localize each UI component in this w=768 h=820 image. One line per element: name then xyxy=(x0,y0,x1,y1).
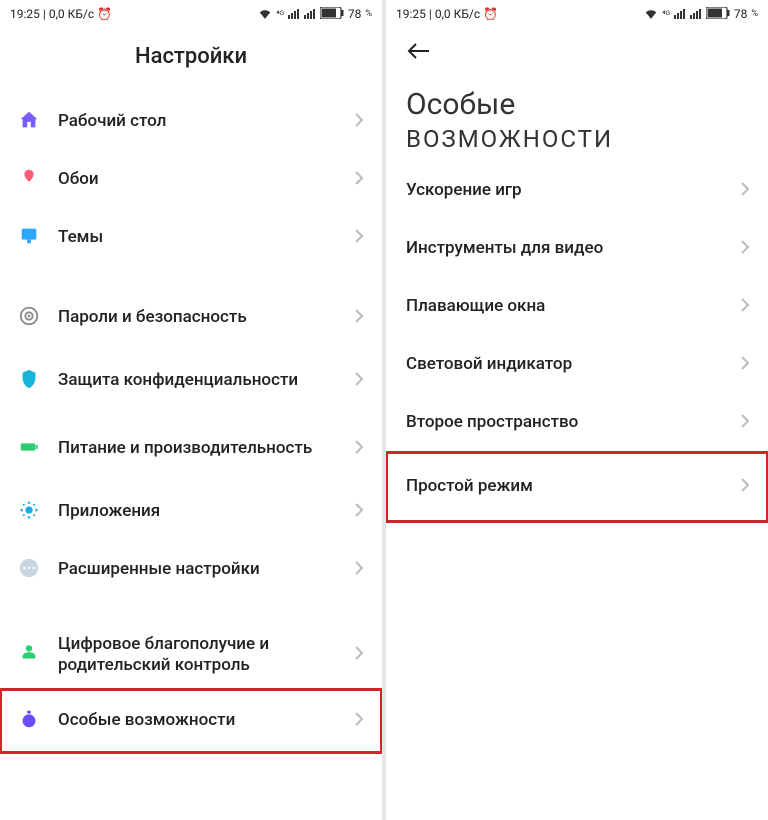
settings-screen: 19:25 | 0,0 КБ/с ⏰ ⁴ᴳ 78% Настройки xyxy=(0,0,382,820)
row-advanced[interactable]: Расширенные настройки xyxy=(0,541,382,599)
row-privacy[interactable]: Защита конфиденциальности xyxy=(0,347,382,415)
row-apps[interactable]: Приложения xyxy=(0,483,382,541)
row-game-boost[interactable]: Ускорение игр xyxy=(386,162,768,220)
status-time: 19:25 xyxy=(396,7,426,21)
row-label: Второе пространство xyxy=(406,412,740,433)
battery-settings-icon xyxy=(18,436,40,462)
chevron-right-icon xyxy=(354,170,364,190)
row-battery[interactable]: Питание и производительность xyxy=(0,415,382,483)
special-icon xyxy=(18,708,40,734)
row-home[interactable]: Рабочий стол xyxy=(0,93,382,151)
row-label: Пароли и безопасность xyxy=(58,307,354,328)
status-bar: 19:25 | 0,0 КБ/с ⏰ ⁴ᴳ 78% xyxy=(0,0,382,28)
status-battery-pct: 78 xyxy=(348,7,362,21)
signal-bars-icon-2 xyxy=(690,7,702,22)
chevron-right-icon xyxy=(740,355,750,375)
alarm-icon: ⏰ xyxy=(97,7,112,21)
alarm-icon: ⏰ xyxy=(483,7,498,21)
row-led-indicator[interactable]: Световой индикатор xyxy=(386,336,768,394)
wellbeing-icon xyxy=(18,642,40,668)
row-label: Защита конфиденциальности xyxy=(58,370,354,391)
chevron-right-icon xyxy=(740,297,750,317)
row-label: Темы xyxy=(58,227,354,248)
page-title: Настройки xyxy=(0,28,382,93)
row-video-tools[interactable]: Инструменты для видео xyxy=(386,220,768,278)
row-floating-windows[interactable]: Плавающие окна xyxy=(386,278,768,336)
page-title: Особые возможности xyxy=(386,68,768,162)
status-time: 19:25 xyxy=(10,7,40,21)
row-special-features[interactable]: Особые возможности xyxy=(0,689,382,753)
privacy-icon xyxy=(18,368,40,394)
row-simple-mode[interactable]: Простой режим xyxy=(386,452,768,522)
status-battery-pct: 78 xyxy=(734,7,748,21)
status-net-speed: 0,0 КБ/с xyxy=(49,7,94,21)
wifi-icon xyxy=(644,7,658,22)
status-bar: 19:25 | 0,0 КБ/с ⏰ ⁴ᴳ 78% xyxy=(386,0,768,28)
row-second-space[interactable]: Второе пространство xyxy=(386,394,768,452)
row-security[interactable]: Пароли и безопасность xyxy=(0,289,382,347)
settings-list[interactable]: Рабочий стол Обои Темы Пароли и безопасн… xyxy=(0,93,382,820)
signal-bars-icon xyxy=(288,7,300,22)
home-icon xyxy=(18,109,40,135)
chevron-right-icon xyxy=(354,645,364,665)
row-label: Особые возможности xyxy=(58,710,354,731)
row-label: Цифровое благополучие и родительский кон… xyxy=(58,634,354,677)
row-label: Инструменты для видео xyxy=(406,238,740,259)
chevron-right-icon xyxy=(354,112,364,132)
chevron-right-icon xyxy=(354,502,364,522)
wifi-icon xyxy=(258,7,272,22)
more-icon xyxy=(18,557,40,583)
chevron-right-icon xyxy=(354,439,364,459)
row-label: Плавающие окна xyxy=(406,296,740,317)
row-label: Световой индикатор xyxy=(406,354,740,375)
special-features-screen: 19:25 | 0,0 КБ/с ⏰ ⁴ᴳ 78% Ос xyxy=(386,0,768,820)
row-themes[interactable]: Темы xyxy=(0,209,382,267)
chevron-right-icon xyxy=(354,560,364,580)
battery-icon xyxy=(706,7,730,22)
chevron-right-icon xyxy=(740,181,750,201)
signal-icon: ⁴ᴳ xyxy=(276,9,284,20)
chevron-right-icon xyxy=(354,308,364,328)
back-button[interactable] xyxy=(406,45,432,64)
signal-icon: ⁴ᴳ xyxy=(662,9,670,20)
chevron-right-icon xyxy=(740,413,750,433)
special-list[interactable]: Ускорение игр Инструменты для видео Плав… xyxy=(386,162,768,820)
themes-icon xyxy=(18,225,40,251)
row-wallpaper[interactable]: Обои xyxy=(0,151,382,209)
row-label: Ускорение игр xyxy=(406,180,740,201)
status-net-speed: 0,0 КБ/с xyxy=(435,7,480,21)
row-wellbeing[interactable]: Цифровое благополучие и родительский кон… xyxy=(0,621,382,689)
row-label: Обои xyxy=(58,169,354,190)
wallpaper-icon xyxy=(18,167,40,193)
row-label: Приложения xyxy=(58,501,354,522)
signal-bars-icon xyxy=(674,7,686,22)
row-label: Питание и производительность xyxy=(58,438,354,459)
row-label: Рабочий стол xyxy=(58,111,354,132)
row-label: Расширенные настройки xyxy=(58,559,354,580)
chevron-right-icon xyxy=(354,711,364,731)
battery-icon xyxy=(320,7,344,22)
chevron-right-icon xyxy=(740,239,750,259)
signal-bars-icon-2 xyxy=(304,7,316,22)
apps-icon xyxy=(18,499,40,525)
chevron-right-icon xyxy=(354,228,364,248)
chevron-right-icon xyxy=(354,371,364,391)
row-label: Простой режим xyxy=(406,476,740,497)
security-icon xyxy=(18,305,40,331)
chevron-right-icon xyxy=(740,477,750,497)
